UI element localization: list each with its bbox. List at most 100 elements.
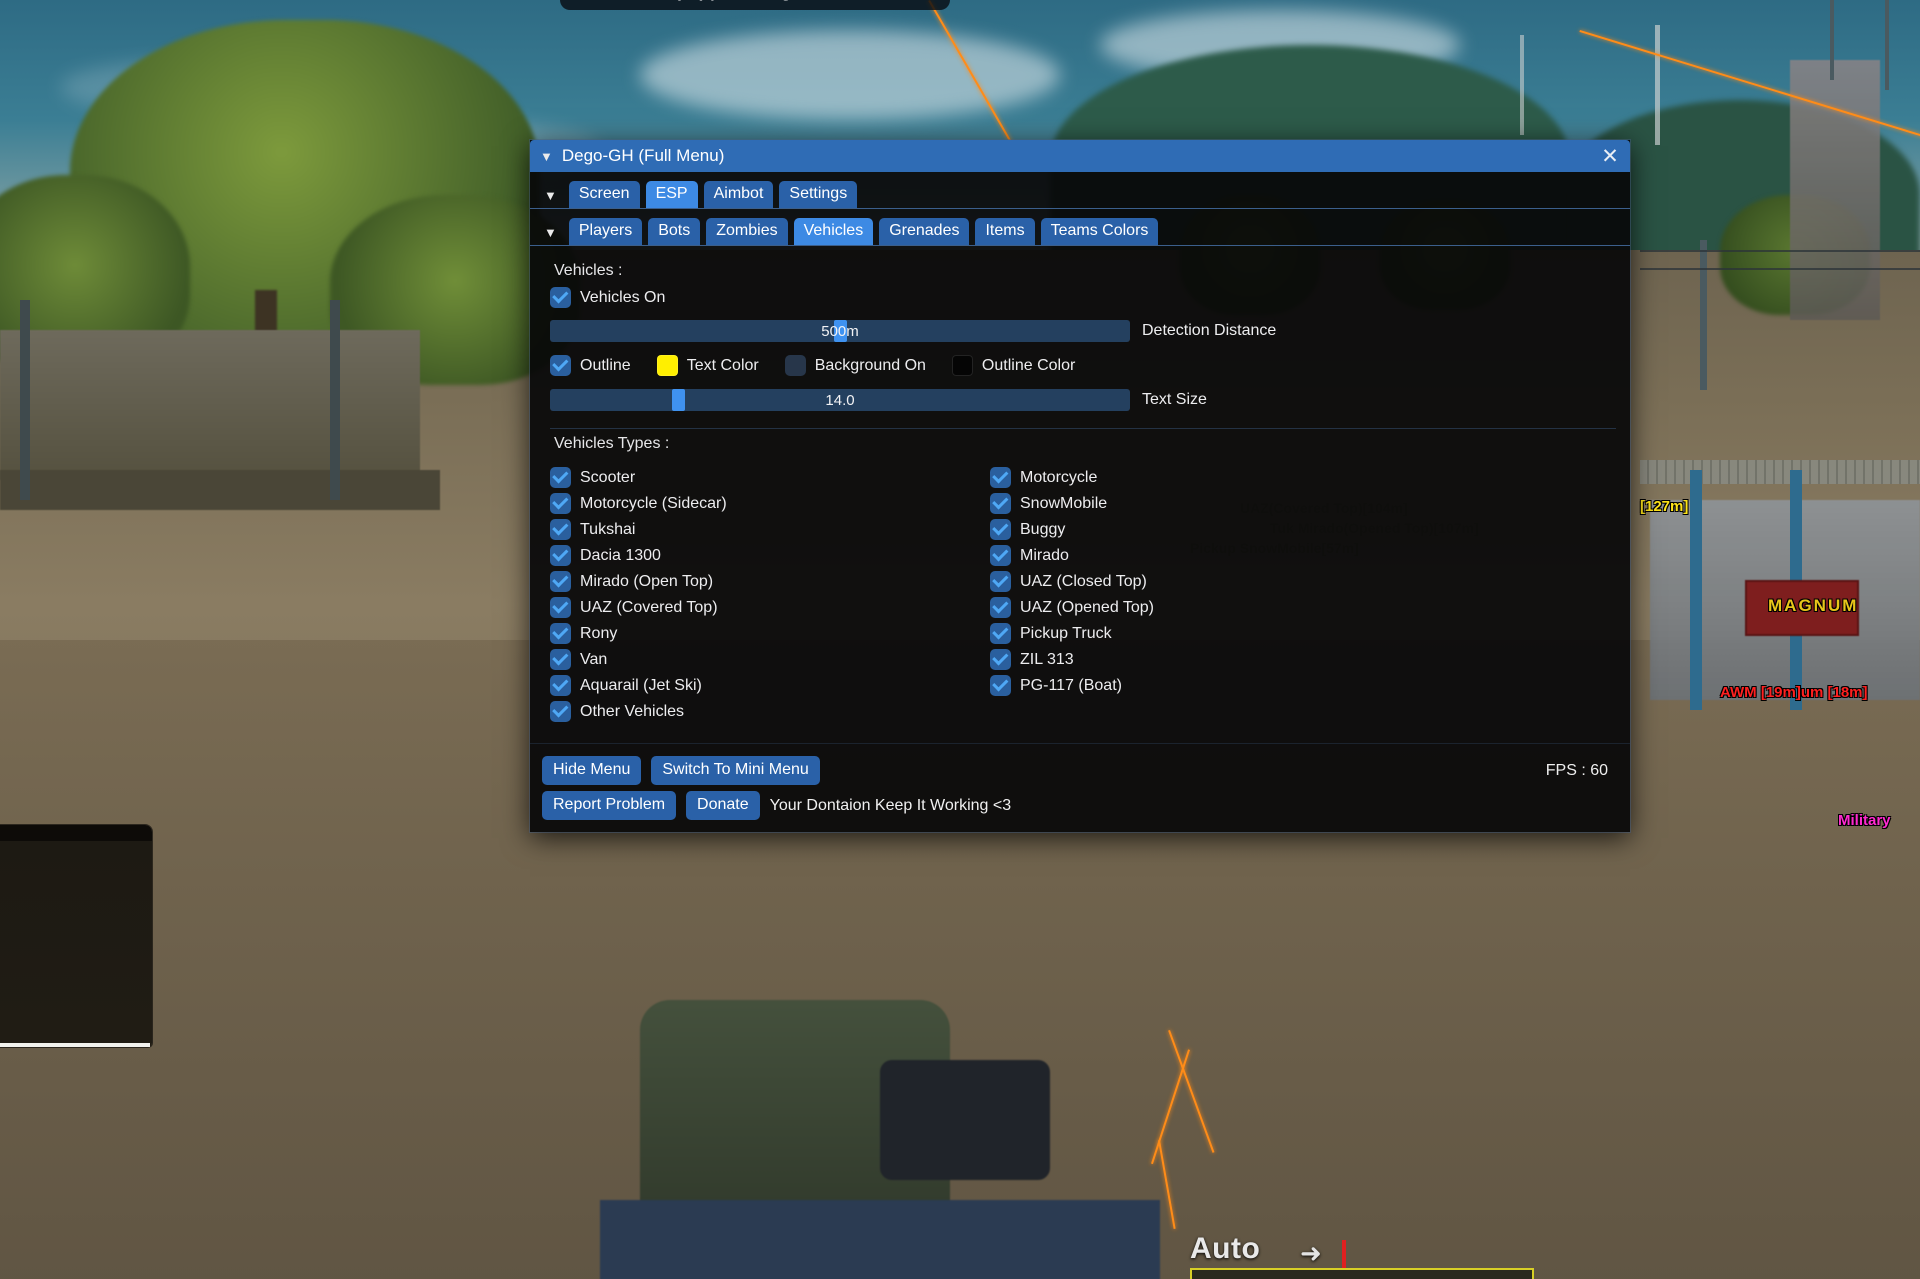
donate-button[interactable]: Donate [686, 791, 760, 820]
vehicle-type-row[interactable]: PG-117 (Boat) [990, 675, 1450, 696]
vehicle-type-row[interactable]: SnowMobile [990, 493, 1450, 514]
switch-to-mini-menu-button[interactable]: Switch To Mini Menu [651, 756, 820, 785]
vehicle-type-label: Tukshai [580, 520, 636, 538]
tab-aimbot[interactable]: Aimbot [703, 181, 774, 208]
vehicle-type-row[interactable]: Motorcycle (Sidecar) [550, 493, 990, 514]
power-wire [1640, 250, 1920, 252]
text-size-slider[interactable]: 14.0 [550, 389, 1130, 411]
vehicle-type-checkbox[interactable] [990, 519, 1011, 540]
vehicle-types-left-column: Scooter Motorcycle (Sidecar) Tukshai Dacia … [550, 462, 990, 727]
vehicle-type-checkbox[interactable] [990, 623, 1011, 644]
vehicle-type-row[interactable]: UAZ (Covered Top) [550, 597, 990, 618]
vehicle-type-row[interactable]: Scooter [550, 467, 990, 488]
vehicle-type-label: Buggy [1020, 520, 1066, 538]
vehicle-type-checkbox[interactable] [550, 545, 571, 566]
vehicle-type-checkbox[interactable] [550, 623, 571, 644]
outline-color-swatch[interactable] [951, 355, 973, 376]
vehicles-on-label: Vehicles On [580, 288, 666, 306]
tab-vehicles[interactable]: Vehicles [793, 218, 874, 245]
vehicles-on-checkbox[interactable] [550, 287, 571, 308]
text-size-label: Text Size [1142, 391, 1207, 408]
vehicle-type-checkbox[interactable] [550, 519, 571, 540]
fps-counter: FPS : 60 [1545, 761, 1608, 779]
window-title: Dego-GH (Full Menu) [561, 146, 725, 165]
tab-settings[interactable]: Settings [779, 181, 858, 208]
vehicle-type-label: Mirado (Open Top) [580, 572, 714, 590]
vehicle-type-row[interactable]: Aquarail (Jet Ski) [550, 675, 990, 696]
vehicles-settings-section: Vehicles : Vehicles On 500m Detection Di… [530, 246, 1630, 743]
outline-checkbox[interactable] [550, 355, 571, 376]
vehicle-type-checkbox[interactable] [990, 649, 1011, 670]
detection-distance-slider[interactable]: 500m [550, 320, 1130, 342]
vehicle-type-checkbox[interactable] [990, 545, 1011, 566]
vehicle-type-checkbox[interactable] [550, 597, 571, 618]
hide-menu-button[interactable]: Hide Menu [542, 756, 642, 785]
windmill-mast [1655, 25, 1660, 145]
aim-status-banner: All Enemies ( 7 ) | Aim Target : Chest [560, 0, 950, 10]
tab-grenades[interactable]: Grenades [879, 218, 970, 245]
vehicle-type-row[interactable]: Tukshai [550, 519, 990, 540]
vehicle-type-checkbox[interactable] [550, 649, 571, 670]
tab-teams-colors[interactable]: Teams Colors [1040, 218, 1159, 245]
tab-screen[interactable]: Screen [568, 181, 640, 208]
outline-color-label: Outline Color [981, 356, 1076, 374]
vehicle-type-row[interactable]: Other Vehicles [550, 701, 990, 722]
vehicle-type-row[interactable]: UAZ (Opened Top) [990, 597, 1450, 618]
vehicle-type-row[interactable]: Van [550, 649, 990, 670]
text-size-row[interactable]: 14.0 Text Size [550, 382, 1630, 418]
triangle-down-icon[interactable]: ▼ [544, 189, 557, 202]
vehicle-type-row[interactable]: Pickup Truck [990, 623, 1450, 644]
vehicle-type-checkbox[interactable] [550, 493, 571, 514]
footer-row-primary: Hide Menu Switch To Mini Menu FPS : 60 [542, 756, 1630, 785]
vehicle-type-checkbox[interactable] [990, 467, 1011, 488]
triangle-down-icon[interactable]: ▼ [544, 226, 557, 239]
tab-zombies[interactable]: Zombies [706, 218, 788, 245]
minimap-panel [0, 825, 152, 1047]
background-on-checkbox[interactable] [784, 355, 806, 376]
vehicle-type-row[interactable]: ZIL 313 [990, 649, 1450, 670]
text-color-label: Text Color [686, 356, 759, 374]
vehicle-type-checkbox[interactable] [990, 493, 1011, 514]
vehicle-type-checkbox[interactable] [990, 597, 1011, 618]
vehicle-type-label: SnowMobile [1020, 494, 1108, 512]
vehicle-type-row[interactable]: Buggy [990, 519, 1450, 540]
vehicle-type-row[interactable]: Motorcycle [990, 467, 1450, 488]
text-color-swatch[interactable] [656, 355, 678, 376]
vehicle-type-checkbox[interactable] [550, 701, 571, 722]
vehicle-types-columns: Scooter Motorcycle (Sidecar) Tukshai Dacia … [550, 460, 1630, 739]
vehicle-type-row[interactable]: UAZ (Closed Top) [990, 571, 1450, 592]
triangle-down-icon[interactable]: ▼ [540, 150, 553, 163]
cheat-menu-window[interactable]: ▼ Dego-GH (Full Menu) ✕ ▼ Screen ESP Aim… [530, 140, 1630, 832]
vehicle-type-label: Motorcycle [1020, 468, 1098, 486]
vehicle-type-row[interactable]: Dacia 1300 [550, 545, 990, 566]
vehicle-type-checkbox[interactable] [990, 675, 1011, 696]
vehicle-type-checkbox[interactable] [550, 571, 571, 592]
vehicle-type-row[interactable]: Mirado (Open Top) [550, 571, 990, 592]
vehicle-type-row[interactable]: Mirado [990, 545, 1450, 566]
report-problem-button[interactable]: Report Problem [542, 791, 677, 820]
footer-row-secondary: Report Problem Donate Your Dontaion Keep… [542, 791, 1630, 820]
post [330, 300, 340, 500]
vehicle-type-checkbox[interactable] [550, 675, 571, 696]
vehicles-on-row[interactable]: Vehicles On [550, 287, 1630, 308]
vehicle-type-row[interactable]: Rony [550, 623, 990, 644]
vehicle-type-label: ZIL 313 [1020, 650, 1074, 668]
vehicle-type-label: Pickup Truck [1020, 624, 1112, 642]
esp-zone-label: Military [1838, 812, 1891, 829]
detection-distance-row[interactable]: 500m Detection Distance [550, 313, 1630, 349]
secondary-tab-bar[interactable]: ▼ Players Bots Zombies Vehicles Grenades… [530, 209, 1630, 246]
menu-footer: Hide Menu Switch To Mini Menu FPS : 60 R… [530, 743, 1630, 832]
tab-players[interactable]: Players [568, 218, 643, 245]
outline-label: Outline [580, 356, 631, 374]
outline-row[interactable]: Outline Text Color Background On Outline… [550, 355, 1630, 376]
vehicles-heading: Vehicles : [554, 262, 623, 279]
antenna [1830, 0, 1834, 80]
vehicle-type-checkbox[interactable] [550, 467, 571, 488]
close-icon[interactable]: ✕ [1596, 143, 1624, 169]
tab-esp[interactable]: ESP [645, 181, 698, 208]
primary-tab-bar[interactable]: ▼ Screen ESP Aimbot Settings [530, 172, 1630, 209]
tab-bots[interactable]: Bots [648, 218, 701, 245]
tab-items[interactable]: Items [975, 218, 1035, 245]
vehicle-type-checkbox[interactable] [990, 571, 1011, 592]
window-titlebar[interactable]: ▼ Dego-GH (Full Menu) ✕ [530, 140, 1630, 172]
